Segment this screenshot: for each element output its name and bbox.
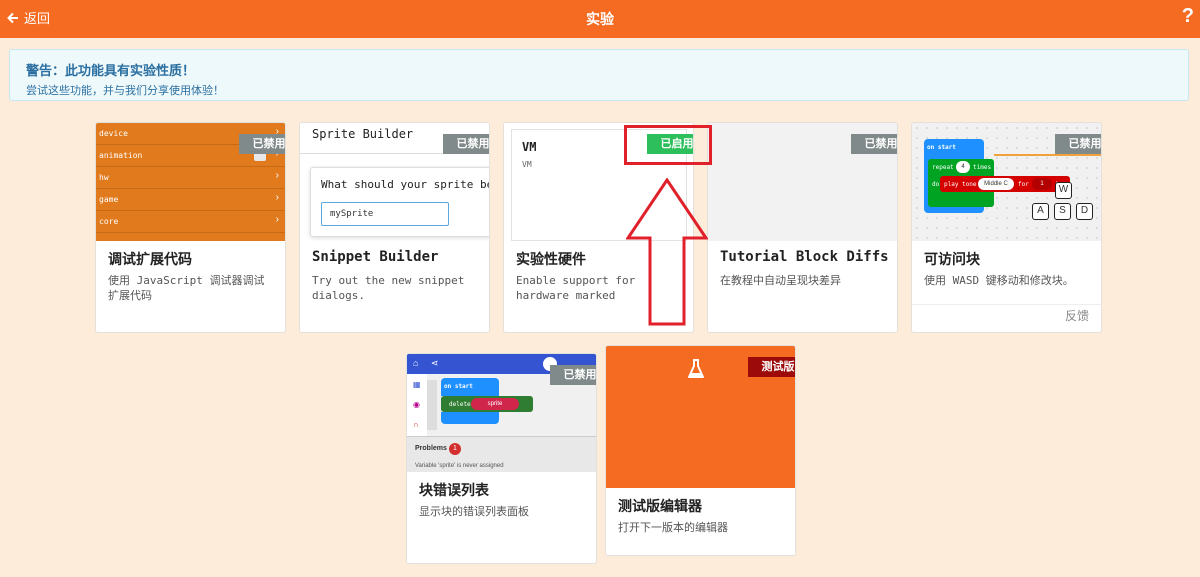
card-description: 使用 WASD 键移动和修改块。 [924,274,1074,287]
status-badge: 已禁用 [443,134,489,154]
key-s: S [1054,203,1071,220]
key-d: D [1076,203,1093,220]
headphones-icon: ∩ [413,420,419,429]
highlight-box [624,125,712,165]
card-title: 测试版编辑器 [618,499,702,515]
thumb-item: game [96,189,285,211]
card-description: Try out the new snippet dialogs. [312,274,465,302]
block-do: do [932,181,940,188]
thumb-subtitle: VM [522,160,532,169]
dialog-preview: What should your sprite be mySprite [310,167,489,237]
circle-icon: ◉ [413,400,420,409]
key-w: W [1055,182,1072,199]
block-delete: delete [449,401,471,408]
thumb-title: VM [522,140,537,154]
thumb-item: core [96,211,285,233]
home-icon: ⌂ [413,358,419,368]
card-title: 调试扩展代码 [108,252,192,268]
toolbox: ▦ ◉ ∩ [407,374,427,436]
status-badge: 已禁用 [550,365,596,385]
card-description: 在教程中自动呈现块差异 [720,274,841,287]
block-repeat: repeat [932,164,954,171]
card-accessible-blocks[interactable]: on start repeat 4 times do play tone Mid… [911,122,1102,333]
thumb-item: hw [96,167,285,189]
card-block-error-list[interactable]: ⌂ ⋖ ▦ ◉ ∩ on start delete sprite Problem… [406,353,597,564]
flask-icon [688,359,704,378]
key-a: A [1032,203,1049,220]
card-debug-extensions[interactable]: device animation hw game core › › › › › … [95,122,286,333]
block-on-start: on start [444,383,473,390]
status-badge: 已禁用 [1055,134,1101,154]
card-beta-editor[interactable]: 测试版 测试版编辑器 打开下一版本的编辑器 [605,345,796,556]
card-title: Tutorial Block Diffs [720,249,889,265]
chevron-right-icon: › [275,214,279,225]
status-badge: 已禁用 [239,134,285,154]
problem-message: Variable 'sprite' is never assigned [415,463,504,469]
grid-icon: ▦ [413,380,421,389]
card-description: 打开下一版本的编辑器 [618,521,728,534]
card-title: 实验性硬件 [516,252,586,268]
annotation-arrow [626,178,708,326]
problem-count-badge: 1 [449,443,461,455]
card-title: 可访问块 [924,252,980,268]
help-icon[interactable]: ? [1182,5,1194,28]
share-icon: ⋖ [431,358,439,368]
block-times: times [973,164,992,171]
thumb-title: Sprite Builder [312,127,414,141]
warning-banner: 警告：此功能具有实验性质！ 尝试这些功能，并与我们分享使用体验！ [9,49,1189,101]
warning-text: 尝试这些功能，并与我们分享使用体验！ [26,85,224,97]
block-on-start: on start [927,144,956,151]
warning-title: 警告：此功能具有实验性质！ [26,64,196,79]
card-title: Snippet Builder [312,249,439,265]
page-title: 实验 [586,11,614,27]
problems-panel: Problems 1 Variable 'sprite' is never as… [407,436,596,472]
sprite-variable: sprite [471,398,519,410]
sprite-name-input: mySprite [321,202,449,226]
problems-label: Problems [415,445,447,452]
card-description: 使用 JavaScript 调试器调试扩展代码 [108,274,265,302]
chevron-right-icon: › [275,192,279,203]
card-snippet-builder[interactable]: Sprite Builder What should your sprite b… [299,122,490,333]
card-tutorial-block-diffs[interactable]: 已禁用 Tutorial Block Diffs 在教程中自动呈现块差异 [707,122,898,333]
card-description: 显示块的错误列表面板 [419,505,529,518]
status-badge: 已禁用 [851,134,897,154]
block-play-tone: play tone [944,181,977,188]
dialog-question: What should your sprite be [321,178,489,191]
block-for: for [1018,181,1029,188]
focus-outline [994,154,1101,182]
chevron-right-icon: › [275,170,279,181]
repeat-count: 4 [956,161,970,173]
card-title: 块错误列表 [419,483,489,499]
top-bar: 返回 实验 ? [0,0,1200,38]
feedback-link[interactable]: 反馈 [1065,307,1089,324]
beta-badge: 测试版 [748,357,795,377]
